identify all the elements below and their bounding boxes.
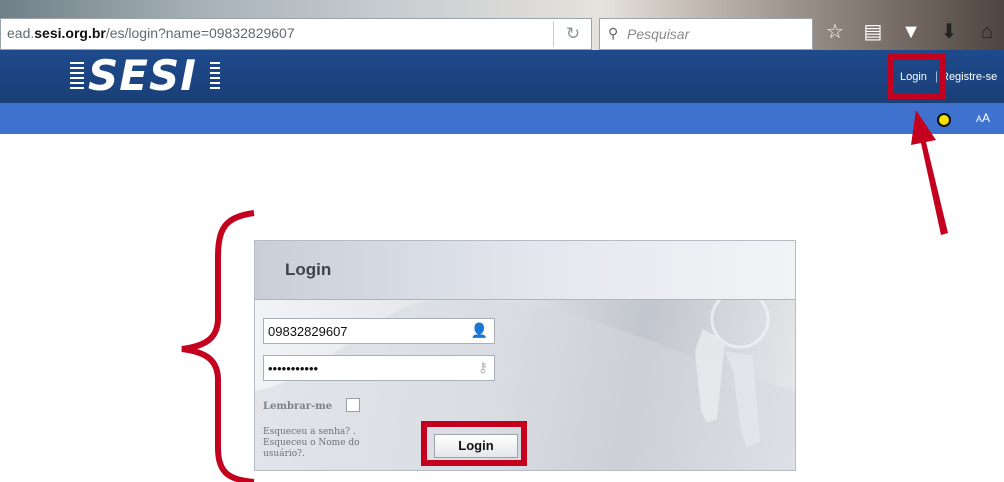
forgot-username-link-1[interactable]: Esqueceu o Nome do xyxy=(263,438,403,449)
key-icon: ⚷ xyxy=(477,359,488,375)
user-icon: 👤 xyxy=(470,322,488,338)
red-brace-icon xyxy=(181,210,255,482)
password-value: ••••••••••• xyxy=(268,361,319,376)
highlight-box-login-button xyxy=(421,421,527,466)
remember-me-checkbox[interactable] xyxy=(346,398,360,412)
login-title: Login xyxy=(285,260,332,279)
red-arrow-icon xyxy=(911,110,948,235)
remember-me-label: Lembrar-me xyxy=(263,401,333,412)
username-field[interactable]: 09832829607 👤 xyxy=(263,318,495,344)
username-value: 09832829607 xyxy=(268,324,348,339)
forgot-links: Esqueceu a senha? . Esqueceu o Nome do u… xyxy=(263,427,403,460)
password-field[interactable]: ••••••••••• ⚷ xyxy=(263,355,495,381)
forgot-password-link[interactable]: Esqueceu a senha? . xyxy=(263,427,403,438)
forgot-username-link-2[interactable]: usuário?. xyxy=(263,449,403,460)
login-header: Login xyxy=(255,241,795,300)
